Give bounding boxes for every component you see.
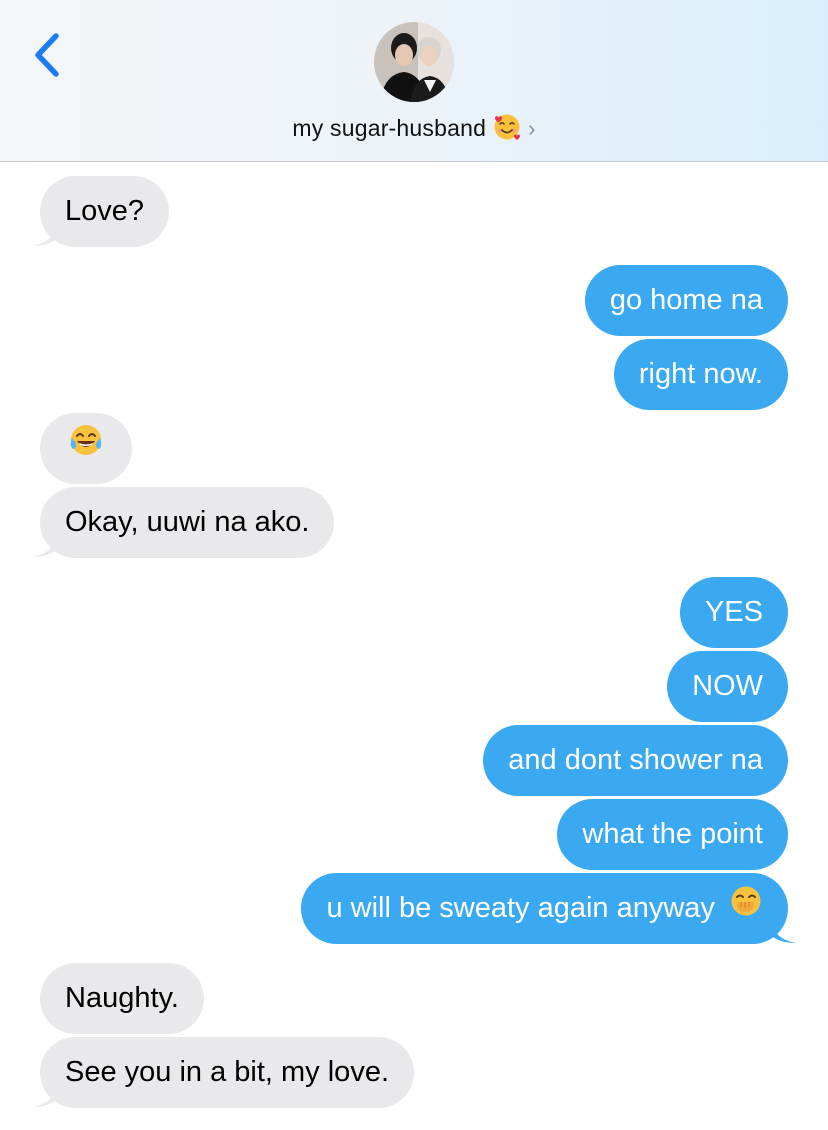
message-bubble-incoming[interactable]: See you in a bit, my love. xyxy=(40,1037,414,1108)
message-bubble-outgoing[interactable]: u will be sweaty again anyway xyxy=(301,873,788,944)
message-bubble-outgoing[interactable]: what the point xyxy=(557,799,788,870)
bubble-tail-incoming xyxy=(32,222,58,246)
message-bubble-incoming[interactable]: Naughty. xyxy=(40,963,204,1034)
contact-name: my sugar-husband xyxy=(292,115,487,142)
smiling-face-with-hearts-icon xyxy=(492,112,522,148)
message-text: what the point xyxy=(582,818,763,850)
back-button[interactable] xyxy=(28,30,68,80)
avatar-photo xyxy=(374,22,454,102)
message-bubble-outgoing[interactable]: and dont shower na xyxy=(483,725,788,796)
message-text: u will be sweaty again anyway xyxy=(326,892,715,924)
message-bubble-outgoing[interactable]: go home na xyxy=(584,265,788,336)
face-with-tears-of-joy-icon xyxy=(68,414,104,485)
bubble-tail-incoming xyxy=(32,533,58,557)
message-text: Okay, uuwi na ako. xyxy=(65,506,310,538)
message-bubble-outgoing[interactable]: YES xyxy=(679,577,788,648)
message-text: Naughty. xyxy=(65,982,179,1014)
contact-name-row[interactable]: my sugar-husband › xyxy=(0,112,828,148)
message-bubble-outgoing[interactable]: NOW xyxy=(667,651,788,722)
message-text: Love? xyxy=(65,195,145,227)
conversation-header: my sugar-husband › xyxy=(0,0,828,162)
message-text: NOW xyxy=(692,670,763,702)
contact-avatar[interactable] xyxy=(374,22,454,102)
message-text: YES xyxy=(704,596,763,628)
message-text: right now. xyxy=(638,358,763,390)
bubble-tail-incoming xyxy=(32,1083,58,1107)
message-bubble-incoming[interactable] xyxy=(40,413,132,484)
message-text: go home na xyxy=(609,284,763,316)
chevron-left-icon xyxy=(35,33,59,77)
message-text: See you in a bit, my love. xyxy=(65,1056,389,1088)
message-text: and dont shower na xyxy=(508,744,763,776)
message-bubble-outgoing[interactable]: right now. xyxy=(613,339,788,410)
message-bubble-incoming[interactable]: Okay, uuwi na ako. xyxy=(40,487,335,558)
face-with-hand-over-mouth-icon xyxy=(729,874,763,945)
bubble-tail-outgoing xyxy=(770,919,796,943)
chevron-right-icon: › xyxy=(528,116,536,142)
